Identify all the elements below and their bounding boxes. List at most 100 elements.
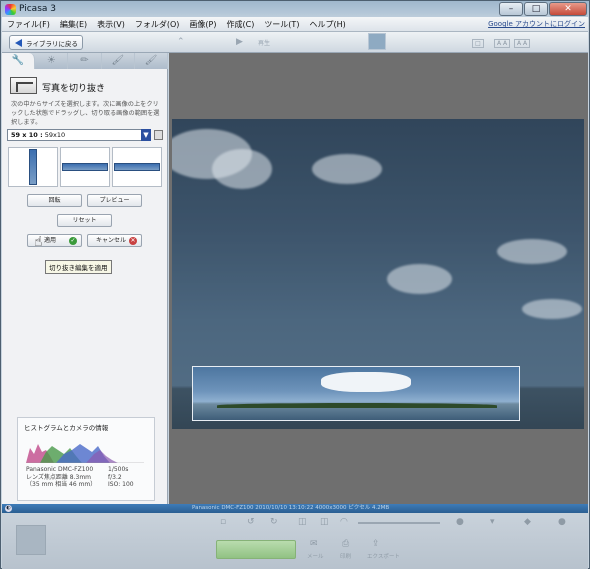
photo-tray-thumbnail[interactable] <box>16 525 46 555</box>
export-label: エクスポート <box>367 554 400 560</box>
window-title: Picasa 3 <box>19 4 56 14</box>
bottom-tray: ▫ ↺ ↻ ◫ ◫ ◠ ● ▾ ◆ ● ✉ ⎙ ⇪ メール 印刷 エクスポート <box>2 513 588 569</box>
picasa-window: Picasa 3 – □ ✕ ファイル(F) 編集(E) 表示(V) フォルダ(… <box>0 0 590 569</box>
print-icon[interactable]: ⎙ <box>342 539 349 549</box>
tab-basic-fixes-wrench-icon[interactable]: 🔧 <box>2 53 36 69</box>
back-to-library-button[interactable]: ライブラリに戻る <box>9 35 83 50</box>
menu-bar: ファイル(F) 編集(E) 表示(V) フォルダ(O) 画像(P) 作成(C) … <box>2 17 588 32</box>
play-icon[interactable]: ▶ <box>236 37 243 47</box>
rotate-left-icon[interactable]: ↺ <box>247 517 255 527</box>
hand-cursor-icon: ☝ <box>34 234 43 250</box>
panel-description: 次の中からサイズを選択します。次に画像の上をクリックした状態でドラッグし、切り取… <box>11 101 160 126</box>
aperture: f/3.2 <box>108 473 122 481</box>
current-photo-thumbnail[interactable] <box>368 33 386 50</box>
preview-button[interactable]: プレビュー <box>87 194 142 207</box>
google-account-link[interactable]: Google アカウントにログイン <box>488 19 585 29</box>
export-icon[interactable]: ⇪ <box>372 539 380 549</box>
cloud <box>522 299 582 319</box>
size-large-button[interactable]: A A <box>514 39 530 48</box>
iso: ISO: 100 <box>108 481 134 488</box>
menu-edit[interactable]: 編集(E) <box>55 19 92 30</box>
zoom-slider[interactable] <box>358 522 440 524</box>
cloud <box>387 264 452 294</box>
crop-icon <box>10 77 37 94</box>
histogram-panel: ヒストグラムとカメラの情報 Panasonic DMC-FZ100 レンズ焦点距… <box>17 417 155 501</box>
info-icon[interactable]: ◐ <box>5 505 12 512</box>
tab-effects3-brush-icon[interactable]: 🖌 <box>135 53 169 69</box>
print-label: 印刷 <box>340 554 352 560</box>
crop-island <box>217 403 497 408</box>
info-circle-icon[interactable]: ● <box>558 517 566 527</box>
menu-view[interactable]: 表示(V) <box>92 19 130 30</box>
email-label: メール <box>307 554 324 560</box>
eye-icon[interactable]: ◠ <box>340 517 348 527</box>
size-medium-button[interactable]: A A <box>494 39 510 48</box>
photo-info: Panasonic DMC-FZ100 2010/10/10 13:10:22 … <box>192 505 390 511</box>
menu-help[interactable]: ヘルプ(H) <box>304 19 350 30</box>
check-icon: ✓ <box>69 237 77 245</box>
photo-canvas[interactable] <box>172 119 584 429</box>
crop-preview-portrait[interactable] <box>8 147 58 187</box>
status-bar: ◐ Panasonic DMC-FZ100 2010/10/10 13:10:2… <box>2 504 588 513</box>
reset-button[interactable]: リセット <box>57 214 112 227</box>
maximize-button[interactable]: □ <box>524 2 548 16</box>
edit-tabs: 🔧 ☀ ✏ 🖌 🖌 <box>2 53 169 69</box>
cloud <box>497 239 567 264</box>
menu-file[interactable]: ファイル(F) <box>2 19 55 30</box>
focal-length-35mm: （35 mm 相当 46 mm） <box>26 481 97 488</box>
aspect-ratio-subvalue: 59x10 <box>44 131 66 139</box>
histogram-title: ヒストグラムとカメラの情報 <box>24 424 109 432</box>
person-icon[interactable]: ● <box>456 517 464 527</box>
histogram-graph <box>26 444 144 463</box>
location-icon[interactable]: ▾ <box>490 517 495 527</box>
photo-stage[interactable] <box>169 53 588 504</box>
upload-button[interactable] <box>216 540 296 559</box>
upload-arrow-icon[interactable]: ⌃ <box>177 37 185 47</box>
cancel-button[interactable]: キャンセル ✕ <box>87 234 142 247</box>
star-icon[interactable]: ◫ <box>320 517 329 527</box>
aspect-ratio-select[interactable]: 59 x 10 : 59x10 <box>7 129 151 141</box>
chevron-down-icon[interactable]: ▼ <box>141 129 151 141</box>
menu-create[interactable]: 作成(C) <box>221 19 259 30</box>
size-small-button[interactable]: □ <box>472 39 484 48</box>
title-bar: Picasa 3 – □ ✕ <box>1 1 590 17</box>
back-to-library-label: ライブラリに戻る <box>26 39 78 48</box>
aspect-ratio-value: 59 x 10 : <box>11 131 43 139</box>
crop-cloud <box>321 372 411 392</box>
tab-effects-pencil-icon[interactable]: ✏ <box>68 53 102 69</box>
menu-folder[interactable]: フォルダ(O) <box>130 19 185 30</box>
crop-preview-wide[interactable] <box>112 147 162 187</box>
minimize-button[interactable]: – <box>499 2 523 16</box>
edit-panel: 🔧 ☀ ✏ 🖌 🖌 写真を切り抜き 次の中からサイズを選択します。次に画像の上を… <box>2 53 169 504</box>
landscape-preview-image <box>62 163 108 171</box>
menu-picture[interactable]: 画像(P) <box>184 19 221 30</box>
crop-preview-landscape[interactable] <box>60 147 110 187</box>
tag-icon[interactable]: ◫ <box>298 517 307 527</box>
camera-info-left: Panasonic DMC-FZ100 レンズ焦点距離 8.3mm （35 mm… <box>26 466 96 489</box>
rotate-right-icon[interactable]: ↻ <box>270 517 278 527</box>
focal-length: レンズ焦点距離 8.3mm <box>26 473 92 481</box>
menu-tools[interactable]: ツール(T) <box>259 19 304 30</box>
crop-selection[interactable] <box>192 366 520 421</box>
camera-model: Panasonic DMC-FZ100 <box>26 466 94 473</box>
rotate-button[interactable]: 回転 <box>27 194 82 207</box>
aspect-option-icon[interactable] <box>154 130 163 140</box>
close-button[interactable]: ✕ <box>549 2 587 16</box>
camera-info-right: 1/500s f/3.2 ISO: 100 <box>108 466 134 489</box>
toolbar: ライブラリに戻る ⌃ ▶ 再生 □ A A A A <box>2 32 588 53</box>
picasa-app-icon <box>5 3 16 15</box>
shutter-speed: 1/500s <box>108 466 129 473</box>
email-icon[interactable]: ✉ <box>310 539 318 549</box>
close-x-icon: ✕ <box>129 237 137 245</box>
back-arrow-icon <box>15 38 22 47</box>
apply-label: 適用 <box>44 237 57 244</box>
cloud <box>212 149 272 189</box>
tag-label-icon[interactable]: ◆ <box>524 517 531 527</box>
tab-tuning-sun-icon[interactable]: ☀ <box>35 53 69 69</box>
apply-tooltip: 切り抜き編集を適用 <box>45 260 112 274</box>
cloud <box>312 154 382 184</box>
window-controls: – □ ✕ <box>498 2 587 16</box>
play-label: 再生 <box>258 40 271 47</box>
tab-effects2-brush-icon[interactable]: 🖌 <box>102 53 135 69</box>
tray-icon[interactable]: ▫ <box>220 517 226 527</box>
